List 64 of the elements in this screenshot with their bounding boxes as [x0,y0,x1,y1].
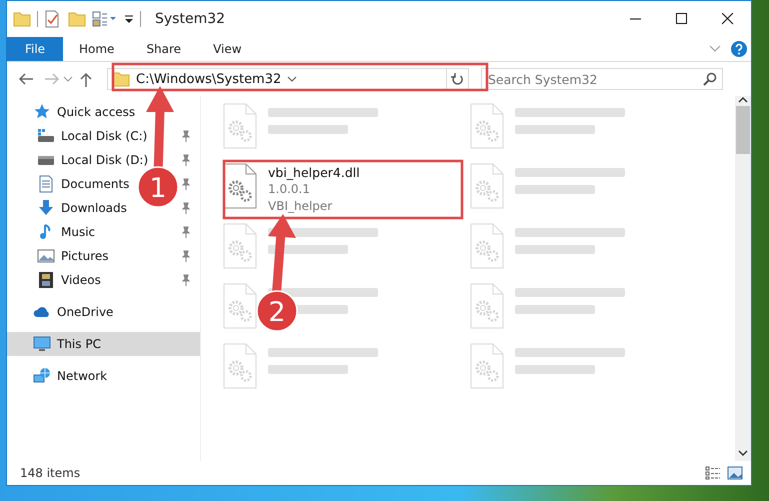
nav-item[interactable]: Pictures [7,244,109,268]
pictures-icon [37,247,55,265]
videos-icon [37,271,55,289]
nav-item[interactable]: This PC [7,332,200,356]
recent-locations-icon[interactable] [63,75,73,83]
nav-label: Quick access [57,105,136,119]
nav-label: Documents [61,177,130,191]
nav-item[interactable]: Quick access [7,100,136,124]
star-icon [33,103,51,121]
scroll-up-icon[interactable] [738,96,748,104]
dropdown-icon [124,13,134,25]
nav-label: Music [61,225,96,239]
folder-icon [13,10,31,28]
maximize-icon [676,13,688,25]
address-path: C:\Windows\System32 [136,72,282,86]
nav-item[interactable]: Videos [7,268,101,292]
expand-ribbon-icon[interactable] [709,45,721,53]
item-count: 148 items [20,466,82,480]
help-icon[interactable] [731,41,747,57]
customize-icon [92,11,118,27]
documents-icon [37,175,55,193]
nav-label: Downloads [61,201,127,215]
address-dropdown-icon[interactable] [287,75,298,83]
nav-label: This PC [57,337,101,351]
downloads-icon [37,199,55,217]
file-name: vbi_helper4.dll [268,164,360,181]
nav-label: OneDrive [57,305,114,319]
nav-label: Local Disk (D:) [61,153,148,167]
close-icon [722,13,734,25]
scroll-down-icon[interactable] [738,449,748,457]
ribbon-tab[interactable]: Share [130,37,198,61]
network-icon [33,367,51,385]
search-icon [703,72,717,86]
window-title: System32 [155,11,226,27]
properties-icon [44,10,60,28]
nav-item[interactable]: Documents [7,172,130,196]
step-number-badge: 1 [137,166,179,208]
nav-item[interactable]: Downloads [7,196,127,220]
refresh-icon [451,72,464,86]
nav-label: Videos [61,273,101,287]
nav-label: Pictures [61,249,109,263]
nav-item[interactable]: OneDrive [7,300,114,324]
search-field[interactable]: Search System32 [481,68,723,90]
step-number-badge: 2 [256,290,298,332]
nav-item[interactable]: Local Disk (C:) [7,124,148,148]
ribbon-tab[interactable]: View [197,37,258,61]
nav-label: Local Disk (C:) [61,129,148,143]
file-detail: 1.0.0.1 [268,181,311,198]
nav-label: Network [57,369,108,383]
drive-c-icon [37,127,55,145]
refresh-button[interactable] [447,68,469,90]
scroll-thumb[interactable] [736,106,750,154]
file-detail: VBI_helper [268,198,334,215]
ribbon-tab[interactable]: File [7,37,63,61]
scrollbar[interactable] [735,96,751,461]
back-icon[interactable] [17,71,35,87]
nav-item[interactable]: Music [7,220,96,244]
new-folder-icon [68,10,86,28]
large-icons-view-icon[interactable] [727,466,743,480]
pc-icon [33,335,51,353]
details-view-icon[interactable] [705,466,721,480]
address-field[interactable]: C:\Windows\System32 [107,68,447,90]
nav-item[interactable]: Network [7,364,108,388]
ribbon-tab[interactable]: Home [63,37,130,61]
